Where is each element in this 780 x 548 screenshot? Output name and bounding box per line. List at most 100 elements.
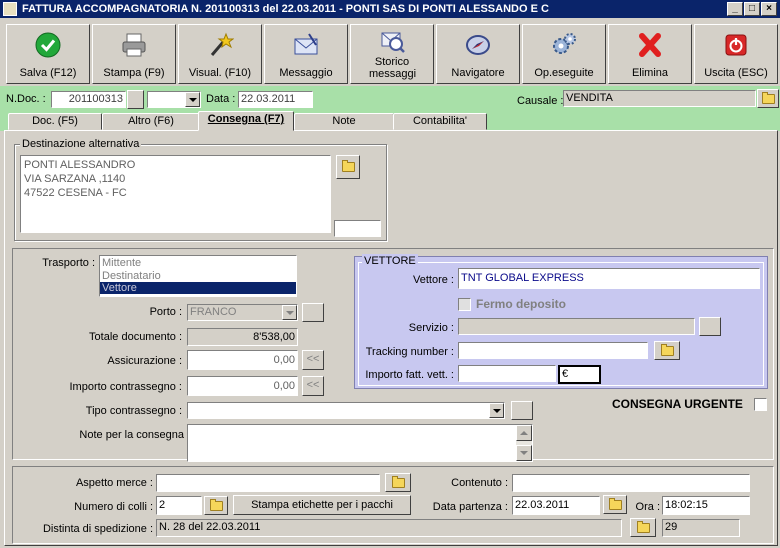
distinta-label: Distinta di spedizione : [42,523,153,535]
tab-altro[interactable]: Altro (F6) [102,113,200,130]
salva-label: Salva (F12) [19,67,77,79]
messaggio-label: Messaggio [279,67,333,79]
chevron-up-icon [520,431,528,435]
trasporto-option-vettore[interactable]: Vettore [100,282,296,294]
scroll-up-button[interactable] [516,425,532,441]
ndoc-suffix-button[interactable] [127,90,144,109]
visual-button[interactable]: Visual. (F10) [178,24,262,84]
op-eseguite-button[interactable]: Op.eseguite [522,24,606,84]
tracking-field[interactable] [458,342,648,359]
assicurazione-field[interactable]: 0,00 [187,350,298,370]
servizio-field[interactable] [458,318,695,335]
data-partenza-label: Data partenza : [432,501,508,513]
close-button[interactable]: × [761,2,777,16]
ora-label: Ora : [635,501,660,513]
tracking-lookup-button[interactable] [654,341,680,360]
storico-messaggi-button[interactable]: Storico messaggi [350,24,434,84]
salva-button[interactable]: Salva (F12) [6,24,90,84]
tipo-contrassegno-lookup-button[interactable] [511,401,533,420]
fermo-deposito-label: Fermo deposito [476,297,567,311]
contrassegno-calc-button[interactable]: << [302,376,324,396]
colli-label: Numero di colli : [74,501,153,513]
ndoc-series-select[interactable] [147,91,201,108]
fermo-deposito-checkbox[interactable] [458,298,471,311]
folder-icon [210,499,223,511]
printer-icon [122,33,146,57]
folder-icon [661,344,674,356]
envelope-icon [294,33,318,55]
ora-field[interactable]: 18:02:15 [662,496,750,515]
vettore-legend: VETTORE [362,254,418,268]
chevron-down-icon [520,451,528,455]
minimize-button[interactable]: _ [727,2,743,16]
aspetto-lookup-button[interactable] [385,473,411,492]
causale-field[interactable]: VENDITA [563,90,756,107]
porto-select[interactable]: FRANCO [187,304,298,321]
delete-x-icon [639,33,661,57]
trasporto-option-mittente[interactable]: Mittente [100,256,296,270]
data-partenza-lookup-button[interactable] [603,495,627,514]
folder-icon [637,521,650,533]
uscita-button[interactable]: Uscita (ESC) [694,24,778,84]
app-icon [3,2,17,16]
causale-label: Causale : [517,95,564,107]
destinazione-lookup-button[interactable] [336,155,360,179]
tab-consegna[interactable]: Consegna (F7) [198,111,294,131]
contrassegno-label: Importo contrassegno : [69,381,182,393]
tracking-label: Tracking number : [365,346,454,358]
porto-lookup-button[interactable] [302,303,324,322]
stampa-etichette-button[interactable]: Stampa etichette per i pacchi [233,495,411,515]
visual-label: Visual. (F10) [188,67,252,79]
causale-lookup-button[interactable] [757,89,779,108]
tab-note[interactable]: Note [294,113,394,130]
assicurazione-label: Assicurazione : [107,355,182,367]
distinta-field: N. 28 del 22.03.2011 [156,519,622,537]
aspetto-field[interactable] [156,474,380,492]
note-consegna-textarea[interactable] [187,424,533,462]
consegna-urgente-checkbox[interactable] [754,398,767,411]
note-scrollbar[interactable] [516,425,532,461]
messaggio-button[interactable]: Messaggio [264,24,348,84]
ndoc-field[interactable]: 201100313 [51,91,126,108]
porto-label: Porto : [149,306,182,318]
data-partenza-field[interactable]: 22.03.2011 [512,496,600,515]
vettore-field[interactable]: TNT GLOBAL EXPRESS [458,268,760,289]
trasporto-label: Trasporto : [42,257,95,269]
destinazione-code-field[interactable] [334,220,381,237]
checkmark-icon [35,32,61,58]
totale-label: Totale documento : [89,331,182,343]
currency-field[interactable]: € [558,365,601,384]
compass-icon [466,35,490,55]
distinta-lookup-button[interactable] [630,518,656,537]
destinazione-textarea[interactable]: PONTI ALESSANDRO VIA SARZANA ,1140 47522… [20,155,331,233]
navigatore-button[interactable]: Navigatore [436,24,520,84]
data-field[interactable]: 22.03.2011 [238,91,313,108]
contenuto-field[interactable] [512,474,750,492]
double-chevron-left-icon: << [306,353,320,365]
note-consegna-label: Note per la consegna [79,429,184,441]
assicurazione-calc-button[interactable]: << [302,350,324,370]
aspetto-label: Aspetto merce : [75,477,153,489]
tipo-contrassegno-label: Tipo contrassegno : [85,405,182,417]
title-bar: FATTURA ACCOMPAGNATORIA N. 201100313 del… [0,0,780,18]
colli-lookup-button[interactable] [204,496,228,515]
trasporto-option-destinatario[interactable]: Destinatario [100,270,296,282]
maximize-button[interactable]: □ [744,2,760,16]
window-title: FATTURA ACCOMPAGNATORIA N. 201100313 del… [22,3,549,15]
tipo-contrassegno-select[interactable] [187,402,505,419]
importo-vettore-field[interactable] [458,365,556,382]
importo-vettore-label: Importo fatt. vett. : [365,369,454,381]
colli-field[interactable]: 2 [156,496,202,515]
contrassegno-field[interactable]: 0,00 [187,376,298,396]
destinazione-line: 47522 CESENA - FC [24,187,127,199]
servizio-lookup-button[interactable] [699,317,721,336]
tab-contabilita[interactable]: Contabilita' [393,113,487,130]
scroll-down-button[interactable] [516,445,532,461]
contenuto-label: Contenuto : [451,477,508,489]
trasporto-listbox[interactable]: Mittente Destinatario Vettore [99,255,297,297]
servizio-label: Servizio : [408,322,454,334]
tab-doc[interactable]: Doc. (F5) [8,113,102,130]
stampa-button[interactable]: Stampa (F9) [92,24,176,84]
destinazione-line: PONTI ALESSANDRO [24,159,136,171]
elimina-button[interactable]: Elimina [608,24,692,84]
